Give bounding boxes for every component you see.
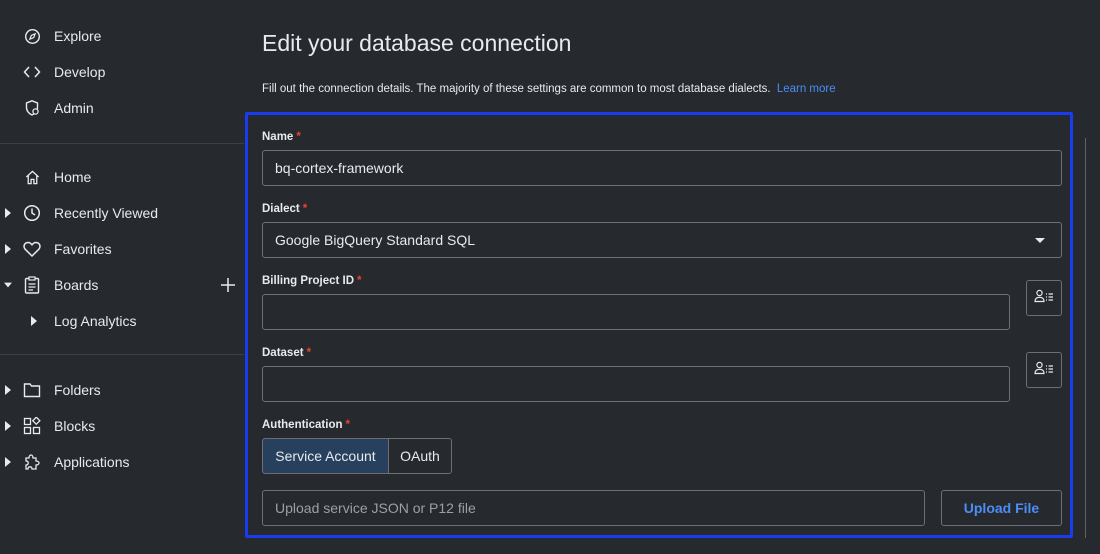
nav-favorites[interactable]: Favorites [0, 231, 244, 267]
auth-service-account-toggle[interactable]: Service Account [262, 438, 389, 474]
folder-icon [23, 381, 41, 399]
subtitle-text: Fill out the connection details. The maj… [262, 83, 771, 95]
billing-project-picker-button[interactable] [1026, 280, 1062, 316]
name-input[interactable]: bq-cortex-framework [262, 150, 1062, 186]
nav-folders[interactable]: Folders [0, 372, 244, 408]
nav-log-analytics[interactable]: Log Analytics [0, 303, 244, 339]
caret-right-icon[interactable] [30, 316, 38, 326]
sidebar-divider [0, 143, 244, 144]
puzzle-icon [23, 453, 41, 471]
learn-more-link[interactable]: Learn more [777, 83, 836, 95]
billing-project-label: Billing Project ID * [262, 275, 362, 287]
nav-explore-label: Explore [54, 28, 102, 44]
sidebar: Explore Develop Admin Home Recently View… [0, 0, 244, 554]
billing-project-input[interactable] [262, 294, 1010, 330]
caret-down-icon[interactable] [4, 280, 12, 290]
blocks-icon [23, 417, 41, 435]
code-icon [23, 63, 41, 81]
account-list-icon [1034, 360, 1054, 381]
chevron-down-icon [1035, 238, 1045, 243]
nav-log-analytics-label: Log Analytics [54, 313, 137, 329]
billing-project-label-text: Billing Project ID [262, 275, 355, 287]
name-label-text: Name [262, 131, 294, 143]
nav-blocks[interactable]: Blocks [0, 408, 244, 444]
auth-oauth-toggle[interactable]: OAuth [388, 438, 452, 474]
caret-right-icon[interactable] [4, 385, 12, 395]
nav-home-label: Home [54, 169, 92, 185]
required-marker: * [345, 419, 350, 431]
dataset-label-text: Dataset [262, 347, 304, 359]
nav-favorites-label: Favorites [54, 241, 112, 257]
compass-icon [23, 27, 41, 45]
dataset-input[interactable] [262, 366, 1010, 402]
dataset-label: Dataset * [262, 347, 311, 359]
nav-recently-viewed[interactable]: Recently Viewed [0, 195, 244, 231]
home-icon [23, 168, 41, 186]
nav-develop[interactable]: Develop [0, 54, 244, 90]
add-board-icon[interactable] [219, 276, 237, 294]
heart-icon [23, 240, 41, 258]
authentication-label-text: Authentication [262, 419, 343, 431]
caret-right-icon[interactable] [4, 457, 12, 467]
nav-recently-viewed-label: Recently Viewed [54, 205, 159, 221]
page-title: Edit your database connection [262, 30, 572, 56]
upload-file-button[interactable]: Upload File [941, 490, 1062, 526]
sidebar-divider [0, 354, 244, 355]
nav-blocks-label: Blocks [54, 418, 96, 434]
dialect-label: Dialect * [262, 203, 307, 215]
dialect-label-text: Dialect [262, 203, 300, 215]
dataset-picker-button[interactable] [1026, 352, 1062, 388]
nav-admin-label: Admin [54, 100, 94, 116]
authentication-label: Authentication * [262, 419, 350, 431]
name-label: Name * [262, 131, 301, 143]
caret-right-icon[interactable] [4, 421, 12, 431]
scrollbar-track[interactable] [1085, 138, 1086, 538]
nav-applications-label: Applications [54, 454, 130, 470]
nav-develop-label: Develop [54, 64, 106, 80]
nav-boards-label: Boards [54, 277, 99, 293]
dialect-select[interactable]: Google BigQuery Standard SQL [262, 222, 1062, 258]
nav-admin[interactable]: Admin [0, 90, 244, 126]
nav-home[interactable]: Home [0, 159, 244, 195]
nav-folders-label: Folders [54, 382, 101, 398]
page-subtitle: Fill out the connection details. The maj… [262, 83, 836, 95]
caret-right-icon[interactable] [4, 208, 12, 218]
upload-file-field[interactable]: Upload service JSON or P12 file [262, 490, 925, 526]
caret-right-icon[interactable] [4, 244, 12, 254]
clock-icon [23, 204, 41, 222]
nav-explore[interactable]: Explore [0, 18, 244, 54]
clipboard-icon [23, 276, 41, 294]
dialect-select-value: Google BigQuery Standard SQL [275, 232, 476, 248]
required-marker: * [357, 275, 362, 287]
nav-boards[interactable]: Boards [0, 267, 244, 303]
required-marker: * [296, 131, 301, 143]
nav-applications[interactable]: Applications [0, 444, 244, 480]
required-marker: * [302, 203, 308, 215]
account-list-icon [1034, 288, 1054, 309]
required-marker: * [306, 347, 312, 359]
admin-gear-icon [23, 99, 41, 117]
